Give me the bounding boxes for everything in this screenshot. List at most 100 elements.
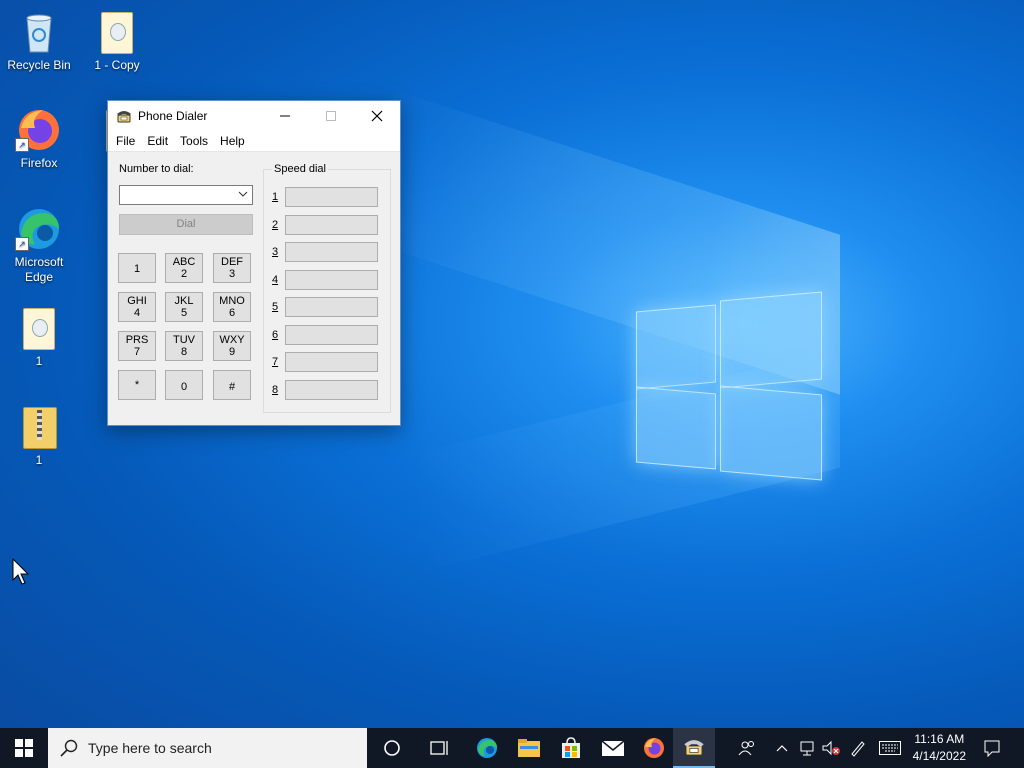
key-2[interactable]: ABC 2	[165, 253, 203, 283]
edge-icon: ↗	[15, 205, 63, 253]
taskbar-clock[interactable]: 11:16 AM 4/14/2022	[913, 731, 966, 765]
key-8[interactable]: TUV 8	[165, 331, 203, 361]
taskbar-edge[interactable]	[465, 728, 509, 768]
desktop-icon-edge[interactable]: ↗ Microsoft Edge	[1, 205, 77, 285]
volume-muted-icon	[822, 740, 840, 756]
menu-bar: File Edit Tools Help	[108, 131, 400, 152]
maximize-button[interactable]	[308, 101, 354, 131]
taskbar-mail[interactable]	[591, 728, 635, 768]
speed-dial-number: 6	[272, 329, 279, 341]
taskbar-firefox[interactable]	[632, 728, 676, 768]
taskbar-phone-dialer[interactable]	[673, 728, 715, 768]
key-hash[interactable]: #	[213, 370, 251, 400]
touch-keyboard-button[interactable]	[876, 728, 904, 768]
desktop-icon-recycle-bin[interactable]: Recycle Bin	[1, 8, 77, 73]
desktop-icon-label: Microsoft Edge	[14, 255, 64, 284]
desktop-icon-label: 1 - Copy	[94, 58, 140, 72]
taskbar-search-box[interactable]: Type here to search	[48, 728, 367, 768]
key-3[interactable]: DEF 3	[213, 253, 251, 283]
speed-dial-button-2[interactable]	[285, 215, 378, 235]
task-view-button[interactable]	[418, 728, 462, 768]
minimize-icon	[280, 115, 290, 117]
shortcut-arrow-icon: ↗	[15, 237, 29, 251]
pen-button[interactable]	[846, 728, 870, 768]
speed-dial-number: 3	[272, 246, 279, 258]
chevron-down-icon[interactable]	[238, 189, 248, 202]
key-1[interactable]: 1	[118, 253, 156, 283]
speed-dial-button-6[interactable]	[285, 325, 378, 345]
speed-dial-button-1[interactable]	[285, 187, 378, 207]
speed-dial-button-8[interactable]	[285, 380, 378, 400]
speed-dial-button-4[interactable]	[285, 270, 378, 290]
phone-dialer-icon	[684, 740, 704, 756]
desktop-icon-label: 1	[35, 354, 43, 368]
notification-icon	[984, 740, 1000, 757]
menu-tools[interactable]: Tools	[174, 131, 214, 151]
close-button[interactable]	[354, 101, 400, 131]
volume-button[interactable]	[819, 728, 843, 768]
shortcut-arrow-icon: ↗	[15, 138, 29, 152]
chevron-up-icon	[776, 745, 788, 752]
wallpaper-windows-logo	[636, 290, 822, 481]
maximize-icon	[326, 111, 336, 121]
desktop-icon-label: 1	[35, 453, 43, 467]
cortana-button[interactable]	[370, 728, 414, 768]
taskbar-file-explorer[interactable]	[507, 728, 551, 768]
pen-icon	[851, 741, 865, 757]
key-0[interactable]: 0	[165, 370, 203, 400]
document-icon	[15, 304, 63, 352]
document-icon	[93, 8, 141, 56]
key-6[interactable]: MNO 6	[213, 292, 251, 322]
firefox-icon	[644, 738, 664, 758]
key-star[interactable]: *	[118, 370, 156, 400]
recycle-bin-icon	[15, 8, 63, 56]
key-9[interactable]: WXY 9	[213, 331, 251, 361]
show-hidden-icons-button[interactable]	[772, 728, 792, 768]
phone-dialer-icon	[116, 108, 132, 124]
edge-icon	[477, 738, 497, 758]
menu-file[interactable]: File	[110, 131, 141, 151]
speed-dial-label: Speed dial	[272, 163, 328, 175]
speed-dial-number: 1	[272, 191, 279, 203]
clock-date: 4/14/2022	[912, 749, 966, 763]
network-icon	[800, 741, 814, 756]
speed-dial-number: 2	[272, 219, 279, 231]
dial-button[interactable]: Dial	[119, 214, 253, 235]
key-7[interactable]: PRS 7	[118, 331, 156, 361]
number-to-dial-combobox[interactable]	[119, 185, 253, 205]
desktop-icon-zip[interactable]: 1	[1, 403, 77, 468]
menu-help[interactable]: Help	[214, 131, 251, 151]
speed-dial-button-5[interactable]	[285, 297, 378, 317]
desktop-icon-file[interactable]: 1	[1, 304, 77, 369]
cortana-icon	[384, 740, 400, 756]
close-icon	[371, 110, 383, 122]
speed-dial-button-7[interactable]	[285, 352, 378, 372]
title-bar[interactable]: Phone Dialer	[108, 101, 400, 131]
people-icon	[738, 741, 754, 756]
network-button[interactable]	[795, 728, 819, 768]
speed-dial-number: 4	[272, 274, 279, 286]
key-5[interactable]: JKL 5	[165, 292, 203, 322]
search-placeholder: Type here to search	[88, 740, 212, 756]
clock-time: 11:16 AM	[914, 732, 965, 746]
mouse-cursor-icon	[12, 558, 30, 585]
key-4[interactable]: GHI 4	[118, 292, 156, 322]
minimize-button[interactable]	[262, 101, 308, 131]
action-center-button[interactable]	[976, 728, 1008, 768]
people-button[interactable]	[732, 728, 762, 768]
store-icon	[562, 737, 580, 758]
windows-start-icon	[15, 739, 33, 757]
taskbar-store[interactable]	[549, 728, 593, 768]
phone-dialer-window: Phone Dialer File Edit Tools Help Number…	[107, 100, 401, 426]
search-icon	[60, 739, 78, 757]
menu-edit[interactable]: Edit	[141, 131, 174, 151]
taskbar: Type here to search 11:16 AM 4/14/2022	[0, 728, 1024, 768]
speed-dial-number: 7	[272, 356, 279, 368]
speed-dial-button-3[interactable]	[285, 242, 378, 262]
number-to-dial-label: Number to dial:	[119, 163, 194, 175]
desktop-icon-file[interactable]: 1 - Copy	[79, 8, 155, 73]
start-button[interactable]	[0, 728, 48, 768]
folder-icon	[518, 739, 540, 757]
window-title: Phone Dialer	[138, 109, 208, 123]
speed-dial-number: 5	[272, 301, 279, 313]
